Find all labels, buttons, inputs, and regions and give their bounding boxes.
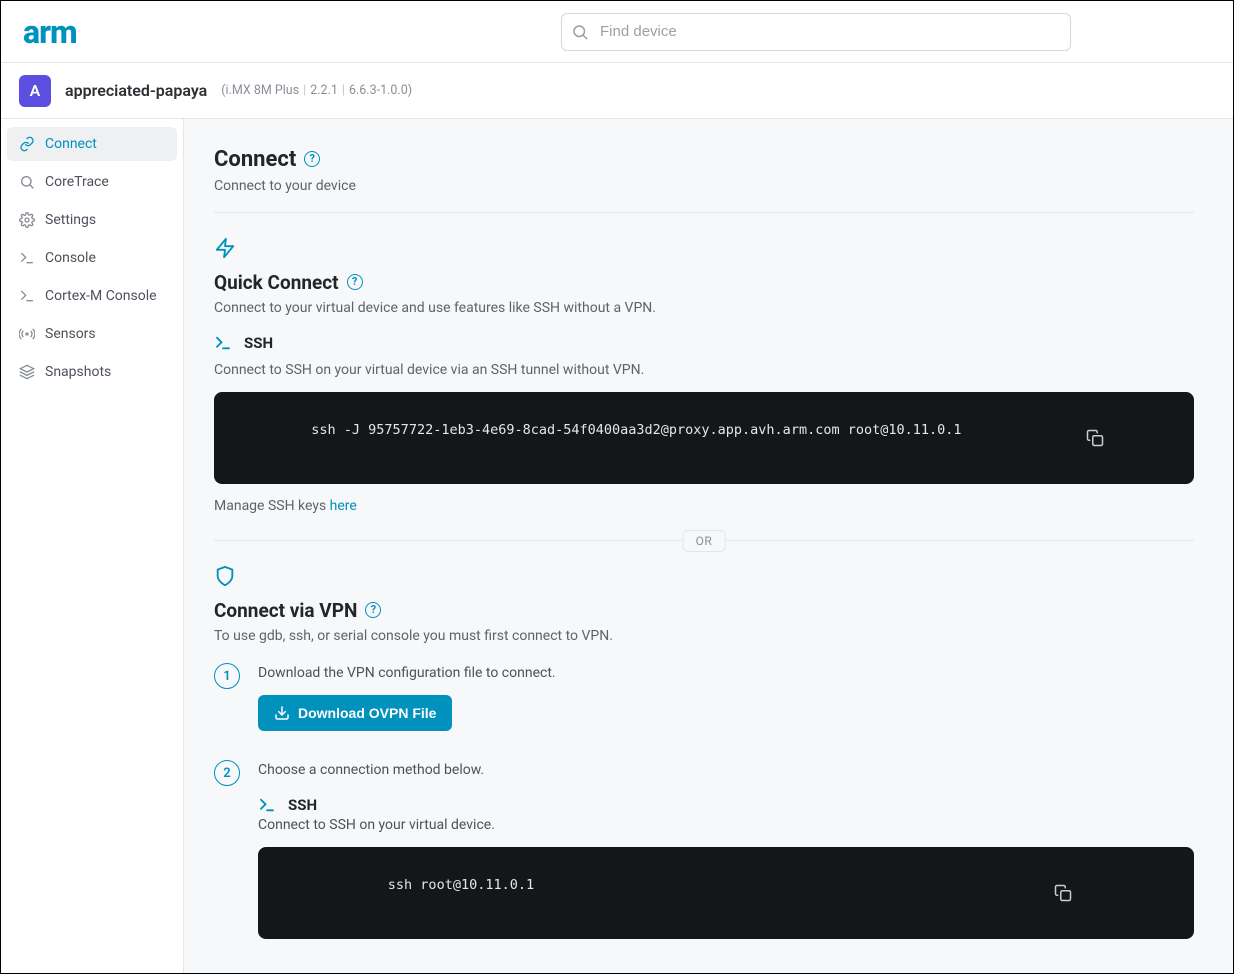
vpn-ssh-heading: SSH bbox=[258, 796, 1194, 814]
download-icon bbox=[274, 705, 290, 721]
magnifier-icon bbox=[19, 174, 35, 190]
help-icon[interactable]: ? bbox=[365, 602, 381, 618]
step-number-1: 1 bbox=[214, 663, 240, 689]
step-1-text: Download the VPN configuration file to c… bbox=[258, 665, 1194, 681]
copy-icon[interactable] bbox=[1054, 852, 1184, 934]
divider bbox=[214, 212, 1194, 213]
terminal-icon bbox=[214, 334, 232, 352]
step-number-2: 2 bbox=[214, 760, 240, 786]
quick-connect-title: Quick Connect ? bbox=[214, 271, 1194, 294]
help-icon[interactable]: ? bbox=[347, 274, 363, 290]
main-panel: Connect ? Connect to your device Quick C… bbox=[184, 119, 1233, 973]
vpn-step-2: 2 Choose a connection method below. SSH … bbox=[214, 759, 1194, 939]
sidebar-item-snapshots[interactable]: Snapshots bbox=[7, 355, 177, 389]
step-2-text: Choose a connection method below. bbox=[258, 762, 1194, 778]
vpn-subtitle: To use gdb, ssh, or serial console you m… bbox=[214, 628, 1194, 644]
stack-icon bbox=[19, 364, 35, 380]
bolt-icon bbox=[214, 237, 1194, 259]
link-icon bbox=[19, 136, 35, 152]
sidebar-item-label: Settings bbox=[45, 212, 96, 228]
ssh-desc: Connect to SSH on your virtual device vi… bbox=[214, 362, 1194, 378]
quick-connect-subtitle: Connect to your virtual device and use f… bbox=[214, 300, 1194, 316]
shield-icon bbox=[214, 565, 1194, 587]
manage-ssh-keys-link[interactable]: here bbox=[330, 498, 357, 514]
device-name[interactable]: appreciated-papaya bbox=[65, 81, 207, 100]
terminal-icon bbox=[258, 796, 276, 814]
search-wrapper bbox=[561, 13, 1071, 51]
ssh-label: SSH bbox=[244, 334, 273, 352]
vpn-ssh-command: ssh root@10.11.0.1 bbox=[258, 847, 1194, 939]
terminal-icon bbox=[19, 250, 35, 266]
gear-icon bbox=[19, 212, 35, 228]
sidebar-item-label: Cortex-M Console bbox=[45, 288, 157, 304]
ssh-heading: SSH bbox=[214, 334, 1194, 352]
ssh-tunnel-command: ssh -J 95757722-1eb3-4e69-8cad-54f0400aa… bbox=[214, 392, 1194, 484]
or-divider: OR bbox=[214, 540, 1194, 541]
search-icon bbox=[571, 23, 589, 41]
download-button-label: Download OVPN File bbox=[298, 705, 436, 721]
vpn-ssh-desc: Connect to SSH on your virtual device. bbox=[258, 817, 1194, 833]
brand-logo[interactable]: arm bbox=[23, 16, 77, 48]
copy-icon[interactable] bbox=[1086, 397, 1184, 479]
page-title: Connect ? bbox=[214, 147, 1194, 172]
sidebar-item-label: Snapshots bbox=[45, 364, 111, 380]
sidebar-item-sensors[interactable]: Sensors bbox=[7, 317, 177, 351]
vpn-step-1: 1 Download the VPN configuration file to… bbox=[214, 662, 1194, 731]
page-subtitle: Connect to your device bbox=[214, 178, 1194, 194]
device-avatar: A bbox=[19, 75, 51, 107]
sidebar-item-cortexm-console[interactable]: Cortex-M Console bbox=[7, 279, 177, 313]
help-icon[interactable]: ? bbox=[304, 151, 320, 167]
sidebar-item-coretrace[interactable]: CoreTrace bbox=[7, 165, 177, 199]
sidebar-item-label: CoreTrace bbox=[45, 174, 109, 190]
sidebar-item-label: Console bbox=[45, 250, 96, 266]
manage-ssh-keys: Manage SSH keys here bbox=[214, 498, 1194, 514]
sidebar-item-connect[interactable]: Connect bbox=[7, 127, 177, 161]
vpn-ssh-label: SSH bbox=[288, 796, 317, 814]
signal-icon bbox=[19, 326, 35, 342]
sidebar-item-console[interactable]: Console bbox=[7, 241, 177, 275]
device-meta: (i.MX 8M Plus|2.2.1|6.6.3-1.0.0) bbox=[221, 83, 412, 98]
sidebar-item-label: Sensors bbox=[45, 326, 96, 342]
sidebar-item-label: Connect bbox=[45, 136, 97, 152]
search-input[interactable] bbox=[561, 13, 1071, 51]
sidebar-item-settings[interactable]: Settings bbox=[7, 203, 177, 237]
sidebar: Connect CoreTrace Settings Console bbox=[1, 119, 184, 973]
download-ovpn-button[interactable]: Download OVPN File bbox=[258, 695, 452, 731]
device-header: A appreciated-papaya (i.MX 8M Plus|2.2.1… bbox=[1, 63, 1233, 119]
vpn-title: Connect via VPN ? bbox=[214, 599, 1194, 622]
terminal-icon bbox=[19, 288, 35, 304]
or-label: OR bbox=[683, 530, 726, 552]
top-bar: arm bbox=[1, 1, 1233, 63]
